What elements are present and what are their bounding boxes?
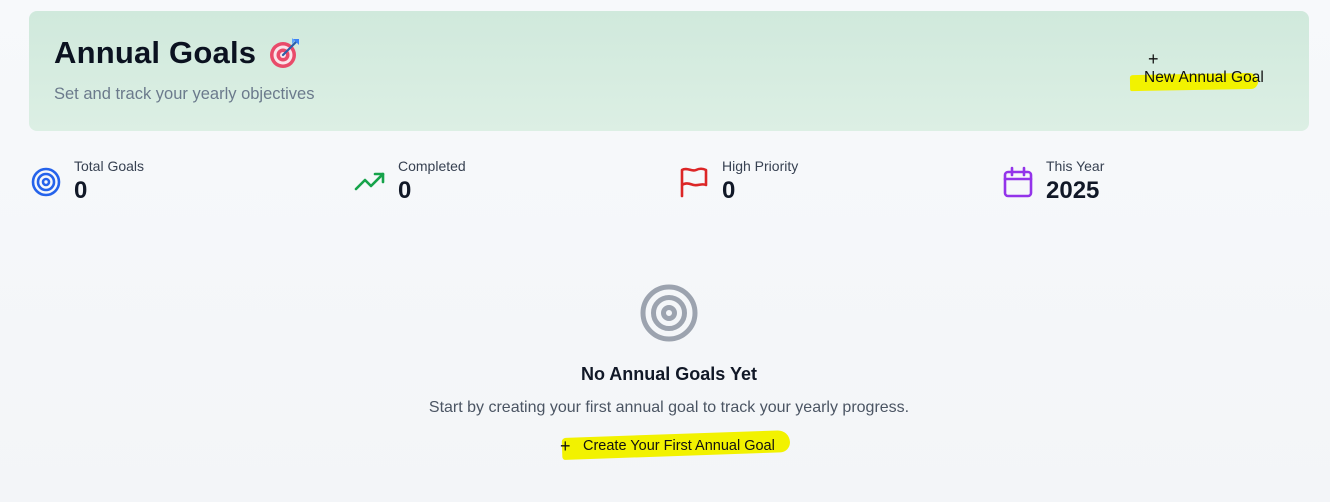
header-card: Annual Goals Set and track your yearly o… xyxy=(29,11,1309,131)
stat-value: 2025 xyxy=(1046,177,1100,204)
annual-goals-page: Annual Goals Set and track your yearly o… xyxy=(0,0,1330,502)
stat-label: High Priority xyxy=(722,158,799,174)
stat-label: This Year xyxy=(1046,158,1105,174)
stat-high-priority: High Priority 0 xyxy=(678,158,798,205)
create-first-goal-label: Create Your First Annual Goal xyxy=(583,438,775,454)
empty-state-title: No Annual Goals Yet xyxy=(580,364,758,384)
create-first-goal-button[interactable]: + Create Your First Annual Goal xyxy=(558,430,794,462)
page-title: Annual Goals xyxy=(54,35,257,70)
plus-icon: + xyxy=(1148,49,1159,69)
new-annual-goal-label: New Annual Goal xyxy=(1144,69,1264,86)
stat-value: 0 xyxy=(398,177,412,204)
plus-icon: + xyxy=(560,436,571,456)
stat-total-goals: Total Goals 0 xyxy=(30,158,144,205)
stat-value: 0 xyxy=(74,177,88,204)
title-row: Annual Goals xyxy=(54,35,302,71)
stat-label: Completed xyxy=(398,158,466,174)
calendar-icon xyxy=(1003,166,1033,198)
new-annual-goal-button[interactable]: + New Annual Goal xyxy=(1129,49,1284,93)
target-icon xyxy=(31,167,61,197)
trending-up-icon xyxy=(354,172,385,191)
flag-icon xyxy=(680,167,708,198)
target-dart-icon xyxy=(270,38,300,68)
empty-state-description: Start by creating your first annual goal… xyxy=(428,399,910,416)
stat-label: Total Goals xyxy=(74,158,145,174)
stat-this-year: This Year 2025 xyxy=(1002,158,1104,205)
stat-completed: Completed 0 xyxy=(354,158,466,205)
target-icon xyxy=(640,284,698,342)
page-subtitle: Set and track your yearly objectives xyxy=(54,85,315,103)
stat-value: 0 xyxy=(722,177,736,204)
